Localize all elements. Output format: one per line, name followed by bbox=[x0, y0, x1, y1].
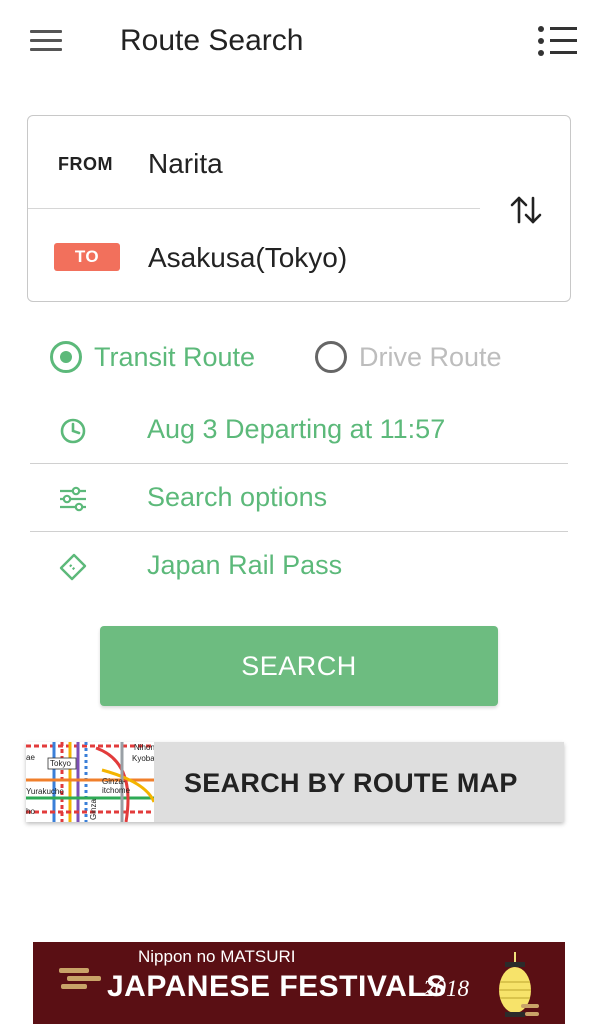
search-options-row[interactable]: Search options bbox=[30, 467, 568, 531]
banner-title: JAPANESE FESTIVALS bbox=[107, 970, 447, 1003]
route-map-thumbnail: Tokyo Nihon Kyoba Ginza- itchome Yurakuc… bbox=[26, 742, 154, 822]
page-title: Route Search bbox=[120, 24, 304, 57]
banner-subtitle: Nippon no MATSURI bbox=[138, 947, 296, 966]
row-divider bbox=[30, 463, 568, 464]
search-button[interactable]: SEARCH bbox=[100, 626, 498, 706]
route-map-label: SEARCH BY ROUTE MAP bbox=[184, 768, 518, 798]
clock-icon bbox=[58, 416, 88, 446]
swap-direction-icon[interactable] bbox=[506, 190, 546, 230]
lantern-icon bbox=[499, 952, 539, 1017]
svg-text:ho: ho bbox=[26, 807, 35, 816]
drive-route-radio[interactable]: Drive Route bbox=[315, 340, 545, 376]
svg-text:ae: ae bbox=[26, 753, 35, 762]
svg-text:Ginza: Ginza bbox=[89, 799, 98, 820]
card-divider bbox=[28, 208, 480, 209]
search-by-route-map-button[interactable]: Tokyo Nihon Kyoba Ginza- itchome Yurakuc… bbox=[26, 742, 564, 822]
transit-route-radio[interactable]: Transit Route bbox=[50, 340, 290, 376]
hamburger-menu-icon[interactable] bbox=[30, 30, 62, 52]
japan-rail-pass-label: Japan Rail Pass bbox=[147, 550, 343, 580]
departure-time-row[interactable]: Aug 3 Departing at 11:57 bbox=[30, 399, 568, 463]
search-options-label: Search options bbox=[147, 482, 328, 512]
radio-selected-icon bbox=[50, 341, 82, 373]
svg-text:Ginza-: Ginza- bbox=[102, 777, 126, 786]
svg-text:Tokyo: Tokyo bbox=[50, 759, 71, 768]
app-bar: Route Search bbox=[0, 0, 598, 86]
sliders-icon bbox=[58, 484, 88, 514]
banner-year: 2018 bbox=[423, 976, 469, 1001]
festival-banner-ad[interactable]: Nippon no MATSURI JAPANESE FESTIVALS 201… bbox=[33, 942, 565, 1024]
origin-destination-card: FROM Narita TO Asakusa(Tokyo) bbox=[27, 115, 571, 302]
to-field[interactable]: Asakusa(Tokyo) bbox=[148, 242, 347, 274]
row-divider bbox=[30, 531, 568, 532]
list-menu-icon[interactable] bbox=[538, 26, 578, 58]
ticket-icon bbox=[58, 552, 88, 582]
japan-rail-pass-row[interactable]: Japan Rail Pass bbox=[30, 535, 568, 599]
svg-text:itchome: itchome bbox=[102, 786, 131, 795]
transit-route-label: Transit Route bbox=[94, 342, 256, 372]
radio-unselected-icon bbox=[315, 341, 347, 373]
svg-text:Kyoba: Kyoba bbox=[132, 754, 154, 763]
route-mode-radio-group: Transit Route Drive Route bbox=[50, 340, 550, 376]
departure-time-label: Aug 3 Departing at 11:57 bbox=[147, 414, 446, 444]
svg-text:Yurakucho: Yurakucho bbox=[26, 787, 64, 796]
drive-route-label: Drive Route bbox=[359, 342, 502, 372]
from-tag: FROM bbox=[58, 154, 113, 174]
svg-text:Nihon: Nihon bbox=[134, 743, 154, 752]
to-tag: TO bbox=[54, 243, 120, 271]
from-field[interactable]: Narita bbox=[148, 148, 223, 180]
